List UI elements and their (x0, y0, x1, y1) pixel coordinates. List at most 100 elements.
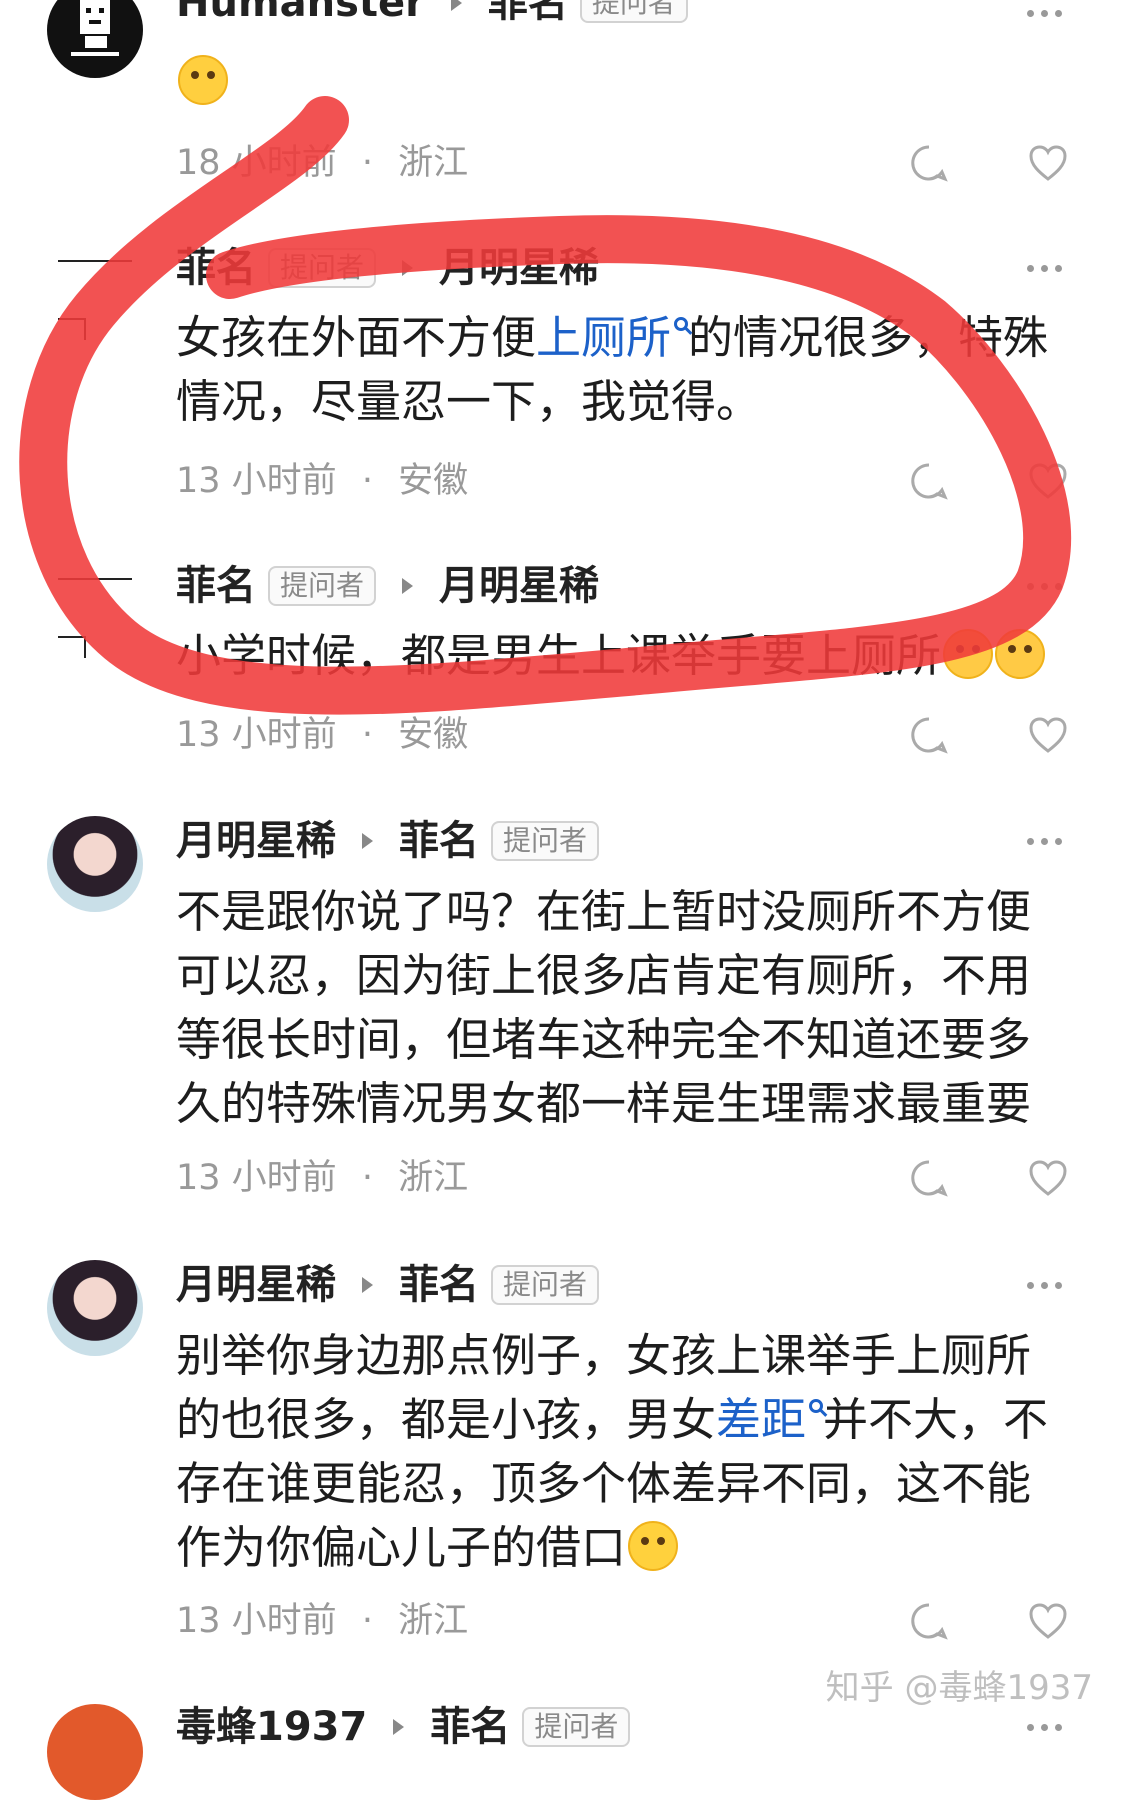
sweat-smile-emoji (178, 55, 228, 105)
more-options-button[interactable] (1019, 1262, 1069, 1308)
asker-badge: 提问者 (268, 566, 377, 606)
comment-time: 13 小时前 (176, 1158, 337, 1198)
reply-arrow-icon (402, 260, 414, 276)
reply-arrow-icon (450, 0, 462, 11)
comment-text-part: 并不大，不 (823, 1393, 1049, 1446)
pixel-character-icon (71, 0, 119, 56)
author-name[interactable]: 毒蜂1937 (176, 1704, 367, 1750)
asker-badge: 提问者 (522, 1707, 631, 1747)
comment-bubble-icon[interactable] (909, 143, 949, 183)
heart-icon[interactable] (1027, 1158, 1069, 1198)
comment-text-line: 小学时候，都是男生上课举手要上厕所 (176, 629, 942, 682)
comment-meta: 13 小时前 · 浙江 (176, 1598, 468, 1644)
avatar[interactable] (47, 1704, 143, 1800)
asker-badge: 提问者 (268, 248, 377, 288)
comment-text-line: 等很长时间，但堵车这种完全不知道还要多 (176, 1013, 1032, 1066)
comment-bubble-icon[interactable] (909, 715, 949, 755)
search-link[interactable]: 差距 (716, 1393, 806, 1446)
comment-bubble-icon[interactable] (909, 1158, 949, 1198)
comment-location: 浙江 (398, 143, 469, 183)
comment-location: 安徽 (398, 715, 469, 755)
comment-actions (909, 1598, 1069, 1644)
separator: · (361, 461, 373, 501)
author-name[interactable]: 月明星稀 (176, 818, 336, 864)
reply-arrow-icon (393, 1719, 405, 1735)
more-options-button[interactable] (1019, 1704, 1069, 1750)
reply-indent-marker (58, 260, 132, 340)
search-link-icon[interactable] (809, 1399, 824, 1413)
comment-text-line: 存在谁更能忍，顶多个体差异不同，这不能 (176, 1457, 1032, 1510)
avatar[interactable] (47, 816, 143, 912)
comment-meta: 18 小时前 · 浙江 (176, 140, 468, 186)
reply-target-name[interactable]: 菲名 (430, 1704, 510, 1750)
comment-text-part: 的也很多，都是小孩，男女 (176, 1393, 717, 1446)
heart-icon[interactable] (1027, 143, 1069, 183)
reply-target-name[interactable]: 月明星稀 (439, 563, 599, 609)
heart-icon[interactable] (1027, 461, 1069, 501)
more-options-button[interactable] (1019, 563, 1069, 609)
comment-text-line: 不是跟你说了吗？在街上暂时没厕所不方便 (176, 885, 1032, 938)
comment-actions (909, 712, 1069, 758)
separator: · (361, 143, 373, 183)
watermark: 知乎 @毒蜂1937 (825, 1668, 1093, 1708)
red-circle-annotation (19, 96, 1072, 715)
comment-text: 不是跟你说了吗？在街上暂时没厕所不方便 可以忍，因为街上很多店肯定有厕所，不用 … (176, 880, 1076, 1136)
comment-text-line: 别举你身边那点例子，女孩上课举手上厕所 (176, 1329, 1032, 1382)
comment-time: 13 小时前 (176, 1601, 337, 1641)
reply-arrow-icon (362, 1277, 373, 1293)
asker-badge: 提问者 (579, 0, 688, 23)
reply-target-name[interactable]: 菲名 (488, 0, 568, 26)
comment-bubble-icon[interactable] (909, 461, 949, 501)
author-name[interactable]: Humanster (176, 0, 425, 26)
reply-target-name[interactable]: 月明星稀 (439, 245, 599, 291)
separator: · (361, 715, 373, 755)
comment-text (176, 50, 1076, 114)
comment-meta: 13 小时前 · 浙江 (176, 1155, 468, 1201)
comment-header: Humanster 菲名 提问者 (176, 0, 1065, 26)
comment-meta: 13 小时前 · 安徽 (176, 712, 468, 758)
asker-badge: 提问者 (491, 821, 600, 861)
loudly-crying-emoji (943, 629, 994, 679)
avatar[interactable] (47, 1260, 143, 1356)
rolling-laughing-emoji (628, 1521, 679, 1571)
loudly-crying-emoji (995, 629, 1046, 679)
comment-text-part: 女孩在外面不方便 (176, 311, 537, 364)
author-name[interactable]: 菲名 (176, 563, 256, 609)
comment-actions (909, 140, 1069, 186)
reply-target-name[interactable]: 菲名 (399, 1262, 479, 1308)
comment-text-part: 作为你偏心儿子的借口 (176, 1521, 627, 1574)
comment-header: 毒蜂1937 菲名 提问者 (176, 1704, 1065, 1750)
comment-header: 月明星稀 菲名 提问者 (176, 1262, 1065, 1308)
heart-icon[interactable] (1027, 1601, 1069, 1641)
comment-header: 月明星稀 菲名 提问者 (176, 818, 1065, 864)
avatar[interactable] (47, 0, 143, 78)
comment-time: 13 小时前 (176, 715, 337, 755)
comment-location: 浙江 (398, 1601, 469, 1641)
reply-indent-marker (58, 578, 132, 658)
search-link[interactable]: 上厕所 (536, 311, 671, 364)
comment-text-line: 情况，尽量忍一下，我觉得。 (176, 375, 762, 428)
search-link-icon[interactable] (674, 317, 689, 331)
heart-icon[interactable] (1027, 715, 1069, 755)
comment-text: 别举你身边那点例子，女孩上课举手上厕所 的也很多，都是小孩，男女差距 并不大，不 … (176, 1324, 1076, 1580)
comment-time: 18 小时前 (176, 143, 337, 183)
comment-meta: 13 小时前 · 安徽 (176, 458, 468, 504)
comment-text: 女孩在外面不方便上厕所 的情况很多，特殊 情况，尽量忍一下，我觉得。 (176, 306, 1076, 434)
reply-target-name[interactable]: 菲名 (399, 818, 479, 864)
comment-header: 菲名 提问者 月明星稀 (176, 245, 1065, 291)
more-options-button[interactable] (1019, 245, 1069, 291)
author-name[interactable]: 月明星稀 (176, 1262, 336, 1308)
comment-text-line: 可以忍，因为街上很多店肯定有厕所，不用 (176, 949, 1032, 1002)
comment-time: 13 小时前 (176, 461, 337, 501)
more-options-button[interactable] (1019, 818, 1069, 864)
comment-header: 菲名 提问者 月明星稀 (176, 563, 1065, 609)
comment-actions (909, 458, 1069, 504)
reply-arrow-icon (362, 833, 373, 849)
separator: · (361, 1601, 373, 1641)
comment-bubble-icon[interactable] (909, 1601, 949, 1641)
more-options-button[interactable] (1019, 0, 1069, 36)
comment-actions (909, 1155, 1069, 1201)
author-name[interactable]: 菲名 (176, 245, 256, 291)
separator: · (361, 1158, 373, 1198)
comment-text-line: 久的特殊情况男女都一样是生理需求最重要 (176, 1077, 1032, 1130)
